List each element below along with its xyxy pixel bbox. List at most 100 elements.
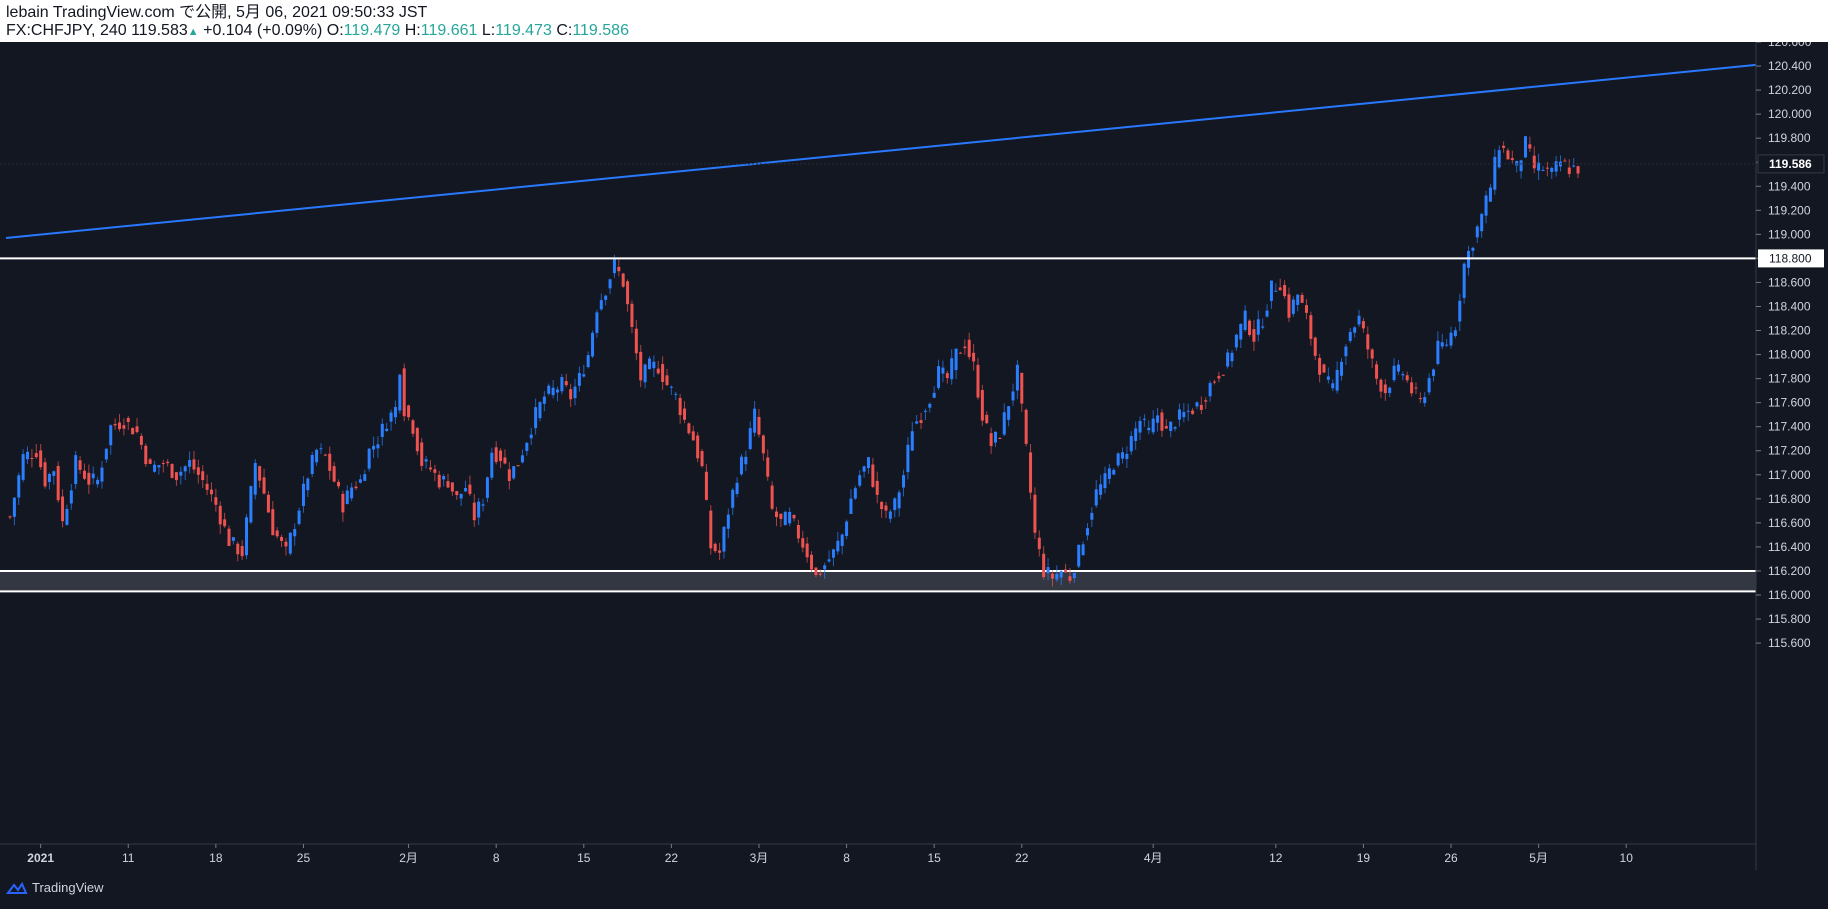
candle-body	[709, 510, 713, 549]
candle-body	[1488, 187, 1492, 202]
x-tick-label: 5月	[1529, 851, 1548, 865]
candle	[1322, 363, 1326, 373]
candle	[56, 461, 60, 503]
candle-body	[1357, 315, 1361, 325]
candle-body	[783, 511, 787, 526]
candle-body	[560, 377, 564, 392]
candle-body	[1418, 398, 1422, 400]
candle-body	[350, 487, 354, 499]
candle-body	[595, 312, 599, 333]
level-price-label: 118.800	[1769, 251, 1812, 265]
candle-body	[34, 453, 38, 458]
candle-body	[910, 431, 914, 451]
y-tick-label: 119.000	[1768, 227, 1811, 241]
candle-body	[258, 466, 262, 481]
candle-body	[770, 485, 774, 509]
candle-body	[1094, 489, 1098, 506]
candle-body	[634, 328, 638, 354]
candle-body	[1129, 435, 1133, 452]
candle-body	[1046, 567, 1050, 574]
candle-body	[1037, 537, 1041, 550]
y-tick-label: 116.000	[1768, 588, 1811, 602]
price-chart[interactable]: 120.600120.400120.200120.000119.800119.6…	[0, 42, 1828, 870]
candle-body	[96, 479, 100, 485]
candle-body	[245, 517, 249, 556]
candle-body	[337, 481, 340, 487]
ohlc-line: FX:CHFJPY, 240 119.583▲ +0.104 (+0.09%) …	[6, 22, 629, 41]
candle-body	[980, 390, 984, 421]
candle-body	[862, 466, 866, 472]
x-tick-label: 15	[577, 851, 591, 865]
high-value: 119.661	[420, 22, 478, 39]
candle-body	[385, 428, 389, 432]
candle-body	[1042, 553, 1046, 578]
candle-body	[700, 451, 704, 467]
open-value: 119.479	[343, 22, 401, 39]
candle-body	[1300, 294, 1304, 303]
high-label: H:	[404, 22, 421, 39]
candle	[739, 453, 743, 476]
candle-body	[1269, 280, 1273, 301]
candle-body	[1278, 287, 1282, 291]
candle	[709, 505, 713, 555]
candle-body	[468, 484, 472, 494]
candle-body	[69, 490, 73, 504]
candle-body	[236, 543, 240, 555]
candle-body	[1453, 330, 1457, 337]
y-tick-label: 115.800	[1768, 612, 1811, 626]
candle-body	[1576, 166, 1580, 174]
candle-body	[915, 421, 919, 424]
candle-body	[12, 497, 16, 517]
candle-body	[1125, 453, 1129, 460]
candle-body	[1199, 404, 1203, 410]
candle-body	[1239, 323, 1243, 340]
brand-label: TradingView	[32, 880, 104, 895]
candle-body	[1248, 320, 1252, 335]
candle-body	[792, 515, 796, 519]
candle-body	[836, 540, 840, 552]
candle-body	[433, 469, 437, 473]
candle-body	[941, 367, 945, 374]
candle-body	[744, 456, 748, 465]
candle-body	[788, 511, 792, 524]
y-tick-label: 117.400	[1768, 420, 1811, 434]
candle-body	[1361, 321, 1365, 329]
candle-body	[1375, 364, 1379, 379]
candle-body	[104, 448, 108, 460]
y-tick-label: 117.000	[1768, 468, 1811, 482]
candle-body	[1519, 160, 1523, 172]
candle-body	[30, 457, 34, 459]
candle-body	[1318, 357, 1322, 375]
candle-body	[1033, 494, 1037, 533]
candle-body	[801, 538, 805, 548]
candle-body	[608, 279, 612, 289]
candle	[591, 330, 595, 358]
candle-body	[1217, 375, 1221, 379]
candle-body	[1340, 361, 1344, 376]
candle-body	[161, 463, 165, 465]
tradingview-logo[interactable]: TradingView	[6, 880, 104, 895]
candle-body	[1007, 406, 1011, 420]
x-tick-label: 4月	[1144, 851, 1163, 865]
candle-body	[227, 528, 231, 546]
candle-body	[630, 303, 634, 327]
x-tick-label: 11	[122, 851, 135, 865]
candle-body	[481, 504, 485, 506]
x-tick-label: 19	[1357, 851, 1371, 865]
candle-body	[301, 483, 305, 506]
candle-body	[1283, 284, 1287, 297]
candle	[227, 525, 231, 547]
candle	[1024, 408, 1028, 447]
candle-body	[643, 364, 647, 383]
candle-body	[26, 451, 30, 460]
candle-body	[1164, 426, 1168, 429]
y-tick-label: 120.400	[1768, 59, 1812, 73]
candle-body	[310, 454, 314, 474]
candle-body	[183, 466, 187, 472]
candle-body	[297, 510, 301, 524]
candle-body	[1515, 161, 1519, 166]
candle-body	[472, 502, 476, 521]
candle	[170, 463, 174, 479]
candle-body	[157, 465, 161, 468]
y-tick-label: 120.000	[1768, 107, 1812, 121]
